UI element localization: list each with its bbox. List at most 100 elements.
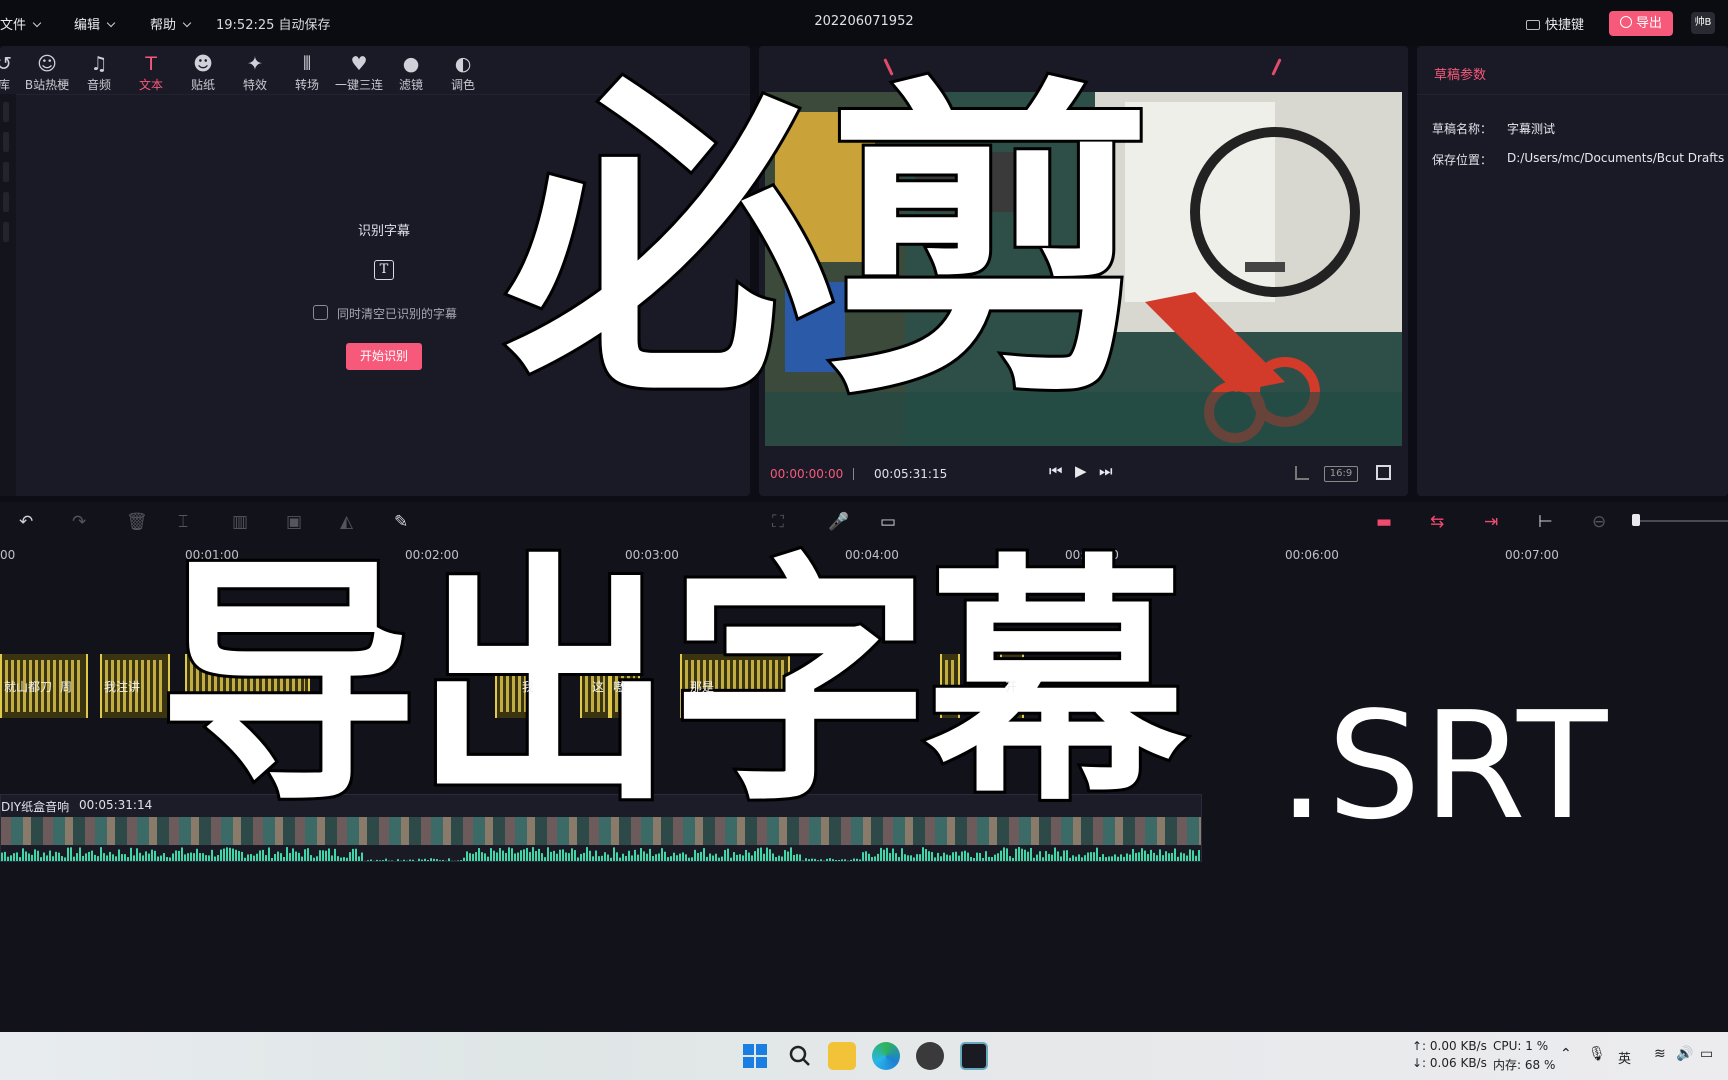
waveform-bar <box>151 849 153 861</box>
waveform-bar <box>337 856 339 861</box>
track-icon[interactable]: ⇥ <box>1484 512 1498 532</box>
freeze-frame-icon[interactable]: ▣ <box>286 512 302 532</box>
battery-icon[interactable]: ▭ <box>1700 1046 1713 1062</box>
waveform-bar <box>403 859 405 861</box>
microphone-tray-icon[interactable]: 🎙 <box>1588 1046 1606 1062</box>
waveform-bar <box>586 847 588 861</box>
waveform-bar <box>1081 857 1083 861</box>
overlay-title-suffix: .SRT <box>1278 680 1610 852</box>
waveform-bar <box>559 849 561 861</box>
waveform-bar <box>502 850 504 861</box>
waveform-bar <box>583 852 585 861</box>
waveform-bar <box>643 851 645 861</box>
tool-effects[interactable]: ✦ 特效 <box>229 52 281 93</box>
waveform-bar <box>769 849 771 861</box>
tool-bilibili-meme[interactable]: ☺ B站热梗 <box>21 52 73 93</box>
start-recognize-button[interactable]: 开始识别 <box>346 343 422 370</box>
waveform-bar <box>1054 847 1056 861</box>
waveform-bar <box>109 851 111 861</box>
ime-indicator[interactable]: 英 <box>1618 1048 1631 1067</box>
waveform-bar <box>442 859 444 861</box>
skip-forward-icon[interactable]: ⏭ <box>1099 462 1113 480</box>
waveform-bar <box>1165 851 1167 861</box>
tool-color-grade[interactable]: ◐ 调色 <box>437 52 489 93</box>
sidebar-item[interactable] <box>3 222 9 242</box>
pin-icon[interactable]: ✎ <box>394 512 408 532</box>
waveform-bar <box>28 853 30 861</box>
sidebar-item[interactable] <box>3 102 9 122</box>
tool-label: 特效 <box>242 78 267 92</box>
camera-icon[interactable]: ▭ <box>880 512 896 532</box>
bilibili-meme-icon: ☺ <box>37 53 57 75</box>
play-icon[interactable]: ▶ <box>1075 462 1087 480</box>
waveform-bar <box>184 854 186 861</box>
delete-icon[interactable]: 🗑 <box>126 512 148 532</box>
waveform-bar <box>517 852 519 861</box>
waveform-bar <box>145 851 147 861</box>
redo-icon[interactable]: ↷ <box>72 512 86 532</box>
shortcut-button[interactable]: 快捷键 <box>1526 14 1584 33</box>
waveform-bar <box>745 849 747 861</box>
sidebar-item[interactable] <box>3 162 9 182</box>
zoom-slider-handle[interactable] <box>1632 514 1640 526</box>
edge-browser-icon[interactable] <box>872 1042 900 1070</box>
tool-filter[interactable]: ● 滤镜 <box>385 52 437 93</box>
fullscreen-icon[interactable] <box>1376 465 1391 480</box>
clear-subtitles-checkbox[interactable] <box>313 305 328 320</box>
waveform-bar <box>1078 854 1080 861</box>
link-icon[interactable]: ⇆ <box>1430 512 1444 532</box>
sidebar-item[interactable] <box>3 132 9 152</box>
waveform-bar <box>172 853 174 861</box>
sidebar-item[interactable] <box>3 192 9 212</box>
params-tab[interactable]: 草稿参数 <box>1434 64 1486 83</box>
waveform-bar <box>430 858 432 861</box>
aspect-ratio-selector[interactable]: 16:9 <box>1324 466 1358 482</box>
crop-icon[interactable] <box>1295 466 1309 480</box>
split-icon[interactable]: ⌶ <box>178 512 188 532</box>
waveform-bar <box>868 853 870 861</box>
zoom-slider-track[interactable] <box>1634 520 1728 522</box>
bcut-app-icon[interactable] <box>960 1042 988 1070</box>
skip-back-icon[interactable]: ⏮ <box>1049 462 1063 480</box>
waveform-bar <box>67 847 69 861</box>
mirror-icon[interactable]: ◭ <box>340 512 353 532</box>
chevron-up-icon[interactable]: ⌃ <box>1560 1046 1572 1062</box>
waveform-bar <box>697 852 699 861</box>
snap-icon[interactable]: ▬ <box>1376 512 1392 532</box>
tool-transition[interactable]: ⦀ 转场 <box>281 52 333 93</box>
zoom-out-icon[interactable]: ⊖ <box>1592 512 1606 532</box>
waveform-bar <box>808 859 810 861</box>
waveform-bar <box>694 849 696 861</box>
obs-icon[interactable] <box>916 1042 944 1070</box>
undo-icon[interactable]: ↶ <box>19 512 33 532</box>
waveform-bar <box>844 859 846 861</box>
waveform-bar <box>229 847 231 861</box>
waveform-bar <box>199 853 201 861</box>
search-icon[interactable] <box>786 1042 814 1070</box>
waveform-bar <box>118 849 120 861</box>
waveform-bar <box>535 851 537 861</box>
tool-label: 滤镜 <box>398 78 423 92</box>
recognize-icon[interactable]: ⛶ <box>772 512 784 532</box>
tool-triple-like[interactable]: ♥ 一键三连 <box>333 52 385 93</box>
file-explorer-icon[interactable] <box>828 1042 856 1070</box>
tool-audio[interactable]: ♫ 音频 <box>73 52 125 93</box>
waveform-bar <box>472 853 474 861</box>
trim-icon[interactable]: ▥ <box>232 512 248 532</box>
waveform-bar <box>1012 857 1014 861</box>
waveform-bar <box>637 854 639 861</box>
align-icon[interactable]: ⊢ <box>1538 512 1553 532</box>
volume-icon[interactable]: 🔊 <box>1676 1046 1693 1062</box>
export-button[interactable]: 导出 <box>1609 11 1673 36</box>
tool-text[interactable]: T 文本 <box>125 52 177 93</box>
windows-start-icon[interactable] <box>741 1042 769 1070</box>
waveform-bar <box>901 848 903 861</box>
microphone-icon[interactable]: 🎤 <box>828 512 849 532</box>
cpu-usage: CPU: 1 % <box>1493 1039 1549 1053</box>
avatar[interactable]: 帅B <box>1691 12 1715 34</box>
subtitle-text: 我 <box>522 680 535 694</box>
tool-sticker[interactable]: ☻ 贴纸 <box>177 52 229 93</box>
waveform-bar <box>889 853 891 861</box>
wifi-icon[interactable]: ≋ <box>1654 1046 1666 1062</box>
waveform-bar <box>259 850 261 861</box>
